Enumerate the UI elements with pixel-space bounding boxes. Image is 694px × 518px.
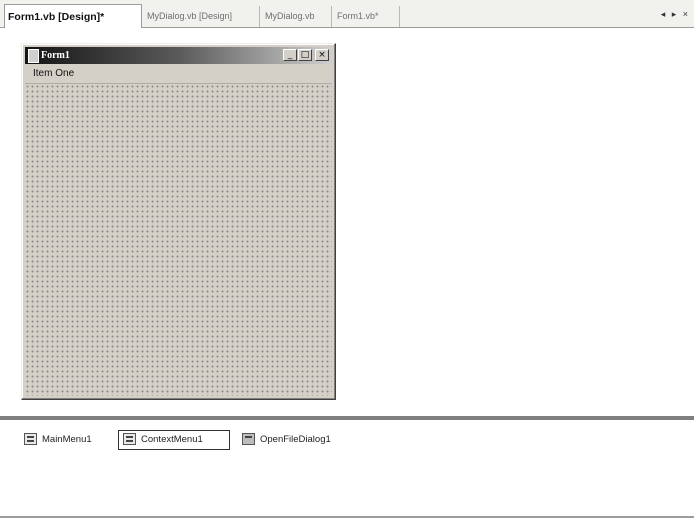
form-title-bar[interactable]: Form1 _ □ × xyxy=(25,47,332,64)
close-button[interactable]: × xyxy=(315,49,329,61)
main-menu-icon xyxy=(24,433,37,446)
form-title: Form1 xyxy=(41,50,70,61)
tab-scroll-arrows[interactable]: ◂ ▸ × xyxy=(661,9,690,20)
tab-form1-design[interactable]: Form1.vb [Design]* xyxy=(4,4,142,28)
tab-mydialog-design[interactable]: MyDialog.vb [Design] xyxy=(144,6,260,27)
component-tray: MainMenu1 ContextMenu1 OpenFileDialog1 xyxy=(0,420,694,518)
menu-item-one[interactable]: Item One xyxy=(33,68,74,79)
tray-item-contextmenu1[interactable]: ContextMenu1 xyxy=(118,430,230,450)
maximize-button[interactable]: □ xyxy=(298,49,312,61)
tray-item-label: MainMenu1 xyxy=(42,434,92,445)
form-designer-window[interactable]: Form1 _ □ × Item One xyxy=(21,43,336,400)
tab-form1-code[interactable]: Form1.vb* xyxy=(334,6,400,27)
context-menu-icon xyxy=(123,433,136,446)
tab-mydialog-code[interactable]: MyDialog.vb xyxy=(262,6,332,27)
tray-item-label: OpenFileDialog1 xyxy=(260,434,331,445)
form-app-icon xyxy=(28,49,39,63)
tray-item-openfiledialog1[interactable]: OpenFileDialog1 xyxy=(238,430,337,450)
tray-item-mainmenu1[interactable]: MainMenu1 xyxy=(20,430,98,450)
form-menu-bar: Item One xyxy=(25,65,332,82)
open-file-dialog-icon xyxy=(242,433,255,446)
form-client-area-grid[interactable] xyxy=(25,83,332,396)
tray-item-label: ContextMenu1 xyxy=(141,434,203,445)
document-tab-strip: Form1.vb [Design]* MyDialog.vb [Design] … xyxy=(0,0,694,28)
minimize-button[interactable]: _ xyxy=(283,49,297,61)
design-surface: Form1 _ □ × Item One xyxy=(0,28,694,416)
